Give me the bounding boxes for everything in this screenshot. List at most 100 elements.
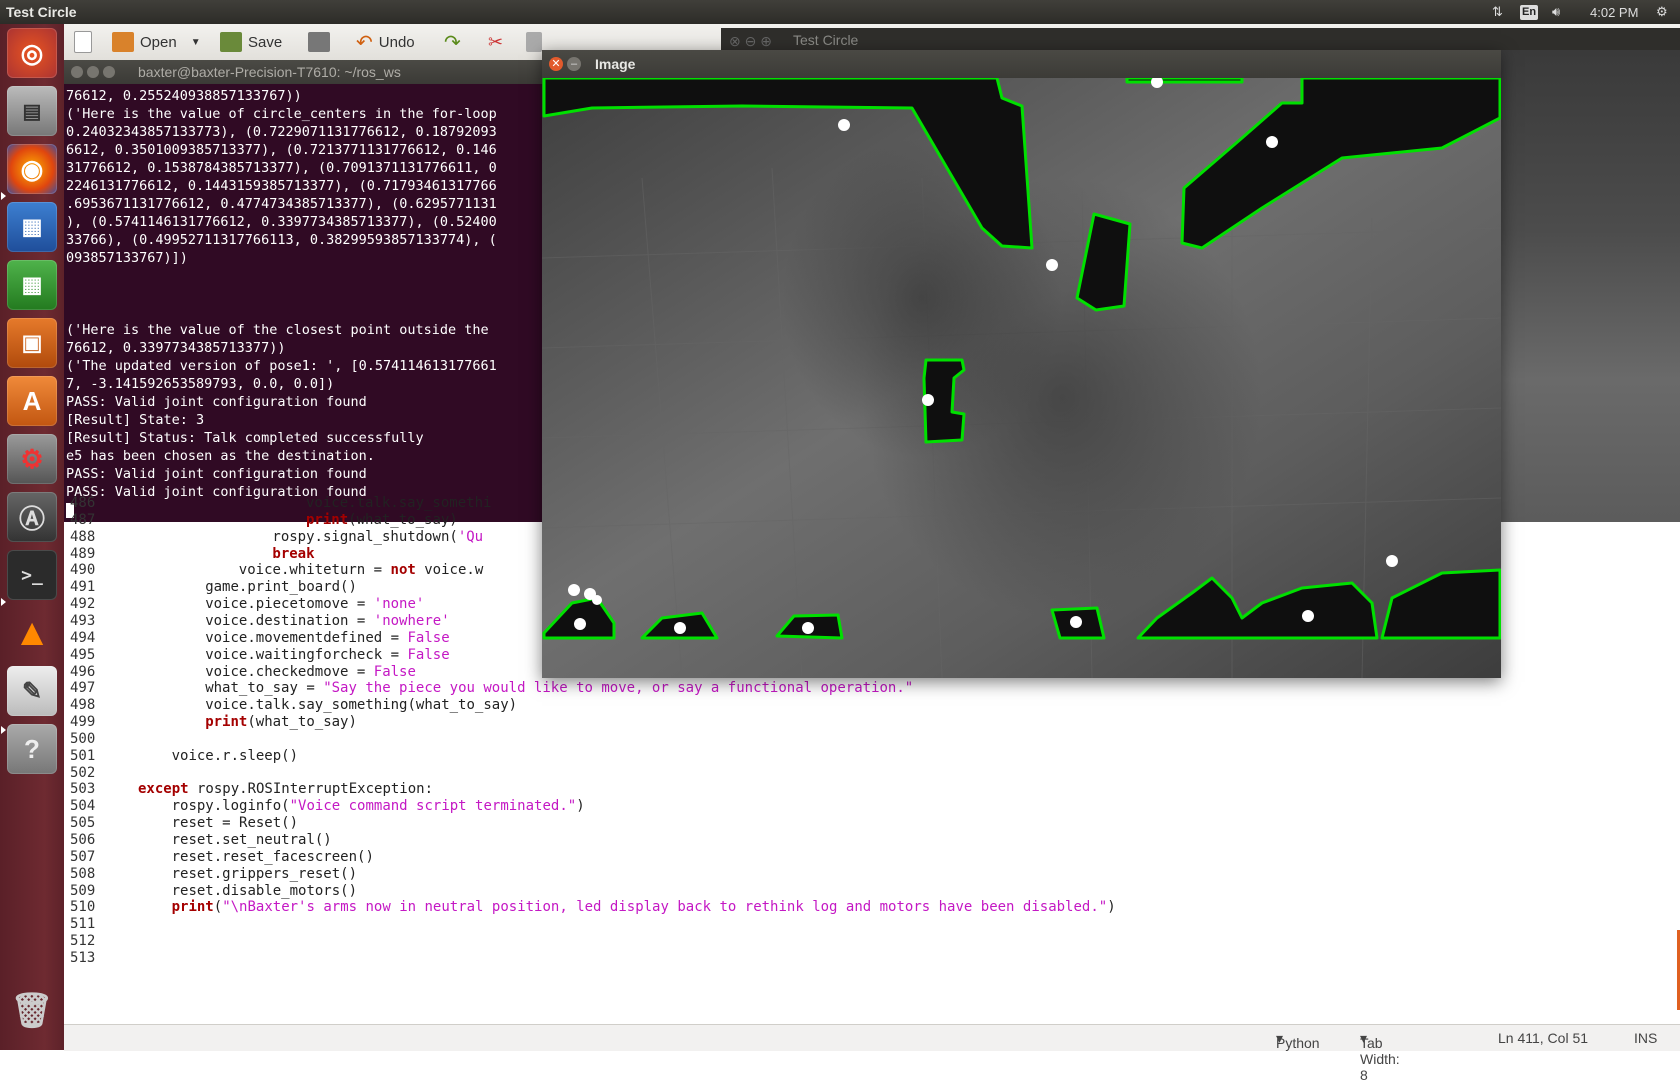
terminal-line: 6612, 0.3501009385713377), (0.7213771131… — [66, 142, 497, 158]
code-text: print(what_to_say) — [306, 511, 458, 528]
center-point — [592, 595, 602, 605]
scissors-icon: ✂ — [488, 31, 504, 52]
line-number: 496 — [70, 663, 96, 680]
line-number: 500 — [70, 730, 96, 747]
center-point — [1266, 136, 1278, 148]
center-point — [1386, 555, 1398, 567]
software-updater-icon[interactable]: Ⓐ — [7, 492, 57, 542]
terminal-window[interactable]: baxter@baxter-Precision-T7610: ~/ros_ws … — [64, 60, 542, 522]
line-number: 488 — [70, 528, 96, 545]
line-number: 506 — [70, 832, 96, 848]
center-point — [568, 584, 580, 596]
terminal-line: e5 has been chosen as the destination. — [66, 448, 375, 464]
redo-button[interactable]: ↷ — [444, 30, 461, 54]
language-selector[interactable]: Python ▾ — [1276, 1030, 1320, 1051]
new-file-button[interactable] — [74, 30, 98, 54]
close-icon[interactable]: ✕ — [549, 57, 563, 71]
software-center-icon[interactable]: A — [7, 376, 57, 426]
terminal-line: 76612, 0.3397734385713377)) — [66, 340, 286, 356]
network-icon[interactable]: ⇅ — [1492, 3, 1503, 21]
impress-icon[interactable]: ▣ — [7, 318, 57, 368]
ubuntu-dash-icon[interactable]: ◎ — [7, 28, 57, 78]
line-number: 504 — [70, 798, 96, 815]
line-number: 491 — [70, 579, 96, 596]
keyboard-language-indicator[interactable]: En — [1520, 4, 1539, 20]
code-text: what_to_say = "Say the piece you would l… — [205, 680, 914, 697]
maximize-icon[interactable] — [103, 66, 115, 78]
files-icon[interactable]: ▤ — [7, 86, 57, 136]
line-number: 505 — [70, 815, 96, 832]
volume-icon[interactable]: 🔊︎ — [1552, 3, 1560, 21]
background-window-title: Test Circle — [793, 32, 859, 48]
help-icon[interactable]: ? — [7, 724, 57, 774]
terminal-line: 31776612, 0.1538784385713377), (0.709137… — [66, 160, 497, 176]
contour-top-strip — [1125, 78, 1244, 84]
terminal-titlebar[interactable]: baxter@baxter-Precision-T7610: ~/ros_ws — [64, 60, 542, 84]
line-number: 509 — [70, 882, 96, 899]
code-text: voice.movementdefined = False — [205, 629, 450, 646]
terminal-icon[interactable]: >_ — [7, 550, 57, 600]
code-text: reset.set_neutral() — [171, 832, 332, 848]
undo-button[interactable]: ↶ Undo — [356, 30, 415, 54]
calc-icon[interactable]: ▦ — [7, 260, 57, 310]
terminal-line: 093857133767)]) — [66, 250, 188, 266]
center-point — [802, 622, 814, 634]
line-number: 512 — [70, 933, 96, 950]
code-text: reset.reset_facescreen() — [171, 848, 374, 865]
save-button[interactable]: Save — [220, 30, 282, 54]
code-text: voice.waitingforcheck = False — [205, 646, 450, 663]
redo-icon: ↷ — [444, 31, 461, 54]
terminal-line: 2246131776612, 0.1443159385713377), (0.7… — [66, 178, 497, 194]
print-button[interactable] — [308, 30, 336, 54]
tab-width-selector[interactable]: Tab Width: 8 ▾ — [1360, 1030, 1400, 1083]
terminal-line: PASS: Valid joint configuration found — [66, 394, 367, 410]
image-window-title: Image — [595, 56, 636, 72]
minimize-icon[interactable]: – — [567, 57, 581, 71]
background-window-titlebar: ⊗ ⊖ ⊕ Test Circle — [721, 28, 1680, 52]
gear-icon[interactable]: ⚙ — [1656, 3, 1668, 21]
terminal-line: 0.24032343857133773), (0.722907113177661… — [66, 124, 497, 140]
terminal-line: [Result] Status: Talk completed successf… — [66, 430, 424, 446]
chevron-down-icon[interactable]: ▼ — [191, 37, 201, 48]
terminal-line: [Result] State: 3 — [66, 412, 205, 428]
insert-mode: INS — [1634, 1030, 1658, 1046]
launcher: ◎ ▤ ◉ ▦ ▦ ▣ A ⚙ Ⓐ >_ ▲ ✎ ? 🗑︎ — [0, 24, 64, 1050]
terminal-line: 76612, 0.255240938857133767)) — [66, 88, 302, 104]
top-panel: Test Circle ⇅ En 🔊︎ 4:02 PM ⚙ — [0, 0, 1680, 24]
code-text: voice.talk.say_something(what_to_say) — [205, 697, 518, 714]
line-number: 513 — [70, 949, 96, 966]
code-text: reset = Reset() — [171, 815, 299, 832]
terminal-line: 7, -3.141592653589793, 0.0, 0.0]) — [66, 376, 335, 392]
active-window-title: Test Circle — [6, 4, 77, 20]
text-editor-icon[interactable]: ✎ — [7, 666, 57, 716]
open-button[interactable]: Open ▼ — [112, 30, 201, 54]
code-text: except rospy.ROSInterruptException: — [138, 781, 434, 798]
code-text: rospy.loginfo("Voice command script term… — [171, 798, 585, 815]
terminal-line: 33766), (0.49952711317766113, 0.38299593… — [66, 232, 497, 248]
trash-icon[interactable]: 🗑︎ — [7, 986, 57, 1036]
line-number: 497 — [70, 680, 96, 697]
status-bar: Python ▾ Tab Width: 8 ▾ Ln 411, Col 51 I… — [64, 1024, 1680, 1083]
center-point — [1070, 616, 1082, 628]
cut-button[interactable]: ✂ — [488, 30, 503, 54]
vlc-icon[interactable]: ▲ — [7, 608, 57, 658]
save-icon — [220, 32, 242, 52]
line-number: 492 — [70, 596, 96, 613]
writer-icon[interactable]: ▦ — [7, 202, 57, 252]
line-number: 487 — [70, 511, 96, 528]
center-point — [922, 394, 934, 406]
firefox-icon[interactable]: ◉ — [7, 144, 57, 194]
line-number: 503 — [70, 781, 96, 798]
image-window[interactable]: ✕ – Image — [542, 50, 1501, 678]
image-window-titlebar[interactable]: ✕ – Image — [542, 50, 1501, 78]
line-number: 508 — [70, 865, 96, 882]
terminal-line: ), (0.5741146131776612, 0.33977343857133… — [66, 214, 497, 230]
minimize-icon[interactable] — [87, 66, 99, 78]
center-point — [674, 622, 686, 634]
code-text: reset.grippers_reset() — [171, 865, 358, 882]
terminal-line: .6953671131776612, 0.4774734385713377), … — [66, 196, 497, 212]
clock[interactable]: 4:02 PM — [1590, 3, 1638, 21]
system-settings-icon[interactable]: ⚙ — [7, 434, 57, 484]
close-icon[interactable] — [71, 66, 83, 78]
code-text: rospy.signal_shutdown('Qu — [272, 528, 484, 545]
